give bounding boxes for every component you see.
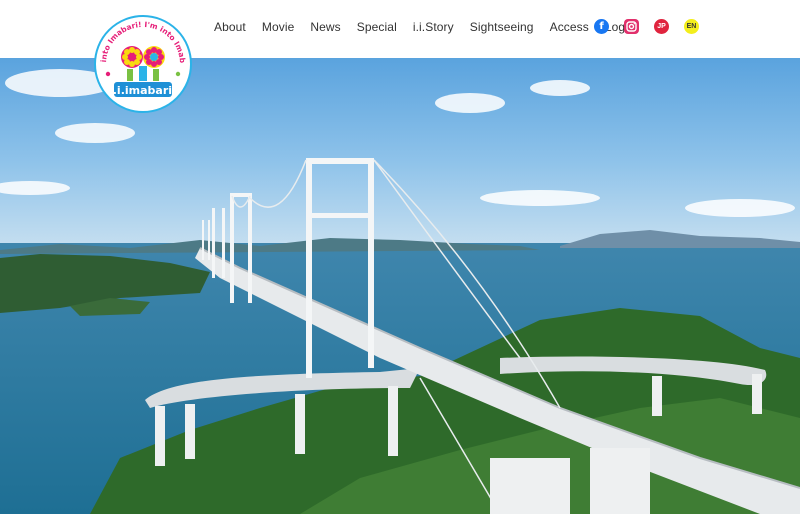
facebook-icon[interactable]: f [594,19,609,34]
hero-bottom-strip [0,514,800,530]
instagram-glyph [626,21,637,32]
language-jp-button[interactable]: JP [654,19,669,34]
social-links: f JP EN [594,19,714,34]
language-en-button[interactable]: EN [684,19,699,34]
nav-story[interactable]: i.i.Story [413,20,454,34]
nav-about[interactable]: About [214,20,246,34]
nav-special[interactable]: Special [357,20,397,34]
nav-access[interactable]: Access [550,20,589,34]
hero-bridge-photo [0,58,800,514]
main-nav: About Movie News Special i.i.Story Sight… [214,17,648,37]
nav-news[interactable]: News [310,20,340,34]
site-logo[interactable]: I'm into Imabari! I'm into Imabari! i.i.… [88,7,194,114]
logo-brand: i.i.imabari! [109,84,177,97]
nav-movie[interactable]: Movie [262,20,295,34]
nav-sightseeing[interactable]: Sightseeing [470,20,534,34]
instagram-icon[interactable] [624,19,639,34]
hero-image [0,58,800,514]
logo-emblem: I'm into Imabari! I'm into Imabari! i.i.… [88,7,192,113]
